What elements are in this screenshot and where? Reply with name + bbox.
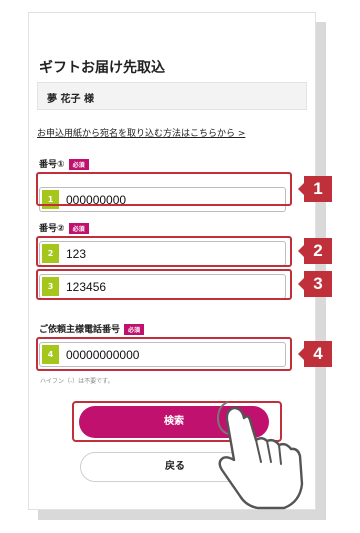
field-1-label-text: 番号① [39,160,65,170]
annotation-marker-1: 1 [298,176,332,202]
help-link[interactable]: お申込用紙から宛名を取り込む方法はこちらから > [37,126,245,139]
annotation-marker-4: 4 [298,341,332,367]
field-2-label: 番号② 必須 [39,221,89,234]
annotation-marker-2: 2 [298,238,332,264]
highlight-frame-1 [36,172,292,206]
required-badge: 必須 [68,159,89,170]
recipient-name-box: 夢 花子 様 [37,82,307,110]
highlight-frame-3 [36,269,292,300]
tapping-hand-icon [216,401,304,510]
field-2-label-text: 番号② [39,224,65,234]
field-1-label: 番号① 必須 [39,157,89,170]
annotation-marker-3: 3 [298,271,332,297]
highlight-frame-4 [36,337,292,371]
phone-label: ご依頼主様電話番号 必須 [39,322,145,335]
phone-label-text: ご依頼主様電話番号 [39,325,121,335]
required-badge: 必須 [68,223,89,234]
phone-hint: ハイフン（-）は不要です。 [40,378,114,385]
page-title: ギフトお届け先取込 [39,60,165,76]
recipient-name: 夢 花子 様 [47,94,94,105]
required-badge: 必須 [124,324,145,335]
highlight-frame-2 [36,236,292,267]
